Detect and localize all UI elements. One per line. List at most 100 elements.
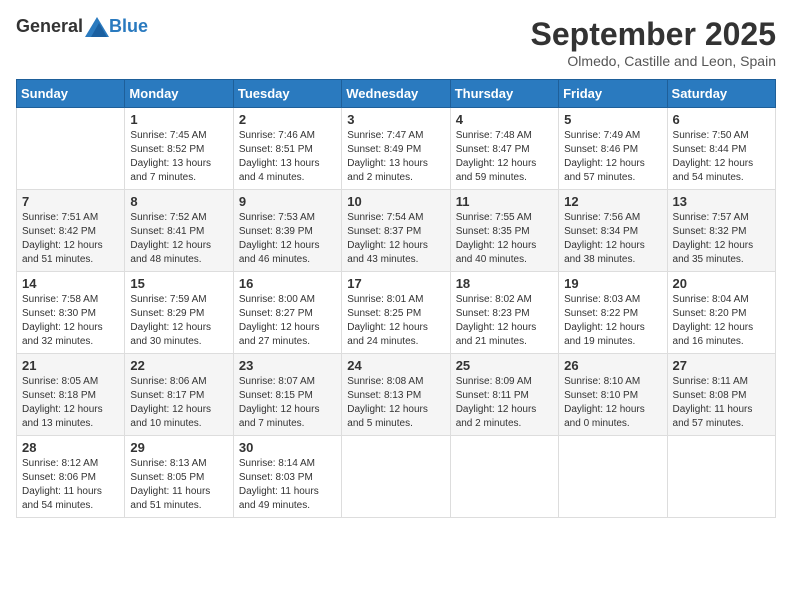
day-cell: 4 Sunrise: 7:48 AM Sunset: 8:47 PM Daylig…: [450, 108, 558, 190]
day-cell: [17, 108, 125, 190]
day-cell: 9 Sunrise: 7:53 AM Sunset: 8:39 PM Daylig…: [233, 190, 341, 272]
day-number: 24: [347, 358, 444, 373]
day-cell: 20 Sunrise: 8:04 AM Sunset: 8:20 PM Dayli…: [667, 272, 775, 354]
header-cell-saturday: Saturday: [667, 80, 775, 108]
calendar: SundayMondayTuesdayWednesdayThursdayFrid…: [16, 79, 776, 518]
day-info: Sunrise: 7:49 AM Sunset: 8:46 PM Dayligh…: [564, 129, 661, 185]
day-info: Sunrise: 8:04 AM Sunset: 8:20 PM Dayligh…: [673, 293, 770, 349]
day-number: 11: [456, 194, 553, 209]
day-info: Sunrise: 7:51 AM Sunset: 8:42 PM Dayligh…: [22, 211, 119, 267]
day-info: Sunrise: 8:07 AM Sunset: 8:15 PM Dayligh…: [239, 375, 336, 431]
day-number: 17: [347, 276, 444, 291]
day-number: 23: [239, 358, 336, 373]
week-row-3: 21 Sunrise: 8:05 AM Sunset: 8:18 PM Dayli…: [17, 354, 776, 436]
day-number: 14: [22, 276, 119, 291]
day-info: Sunrise: 7:58 AM Sunset: 8:30 PM Dayligh…: [22, 293, 119, 349]
logo-icon: [85, 17, 109, 37]
subtitle: Olmedo, Castille and Leon, Spain: [531, 53, 776, 69]
day-info: Sunrise: 7:53 AM Sunset: 8:39 PM Dayligh…: [239, 211, 336, 267]
logo: General Blue: [16, 16, 148, 37]
day-info: Sunrise: 8:05 AM Sunset: 8:18 PM Dayligh…: [22, 375, 119, 431]
day-number: 28: [22, 440, 119, 455]
day-info: Sunrise: 8:09 AM Sunset: 8:11 PM Dayligh…: [456, 375, 553, 431]
day-info: Sunrise: 7:48 AM Sunset: 8:47 PM Dayligh…: [456, 129, 553, 185]
day-number: 26: [564, 358, 661, 373]
header: General Blue September 2025 Olmedo, Cast…: [16, 16, 776, 69]
day-info: Sunrise: 8:10 AM Sunset: 8:10 PM Dayligh…: [564, 375, 661, 431]
day-number: 19: [564, 276, 661, 291]
day-number: 27: [673, 358, 770, 373]
day-cell: 29Sunrise: 8:13 AM Sunset: 8:05 PM Dayli…: [125, 436, 233, 518]
day-info: Sunrise: 7:46 AM Sunset: 8:51 PM Dayligh…: [239, 129, 336, 185]
week-row-4: 28 Sunrise: 8:12 AM Sunset: 8:06 PM Dayli…: [17, 436, 776, 518]
day-info: Sunrise: 7:52 AM Sunset: 8:41 PM Dayligh…: [130, 211, 227, 267]
day-info: Sunrise: 8:00 AM Sunset: 8:27 PM Dayligh…: [239, 293, 336, 349]
day-cell: [450, 436, 558, 518]
day-cell: 23 Sunrise: 8:07 AM Sunset: 8:15 PM Dayli…: [233, 354, 341, 436]
day-cell: 15Sunrise: 7:59 AM Sunset: 8:29 PM Dayli…: [125, 272, 233, 354]
day-cell: 11 Sunrise: 7:55 AM Sunset: 8:35 PM Dayli…: [450, 190, 558, 272]
day-info: Sunrise: 8:14 AM Sunset: 8:03 PM Dayligh…: [239, 457, 336, 513]
day-number: 20: [673, 276, 770, 291]
day-number: 7: [22, 194, 119, 209]
day-cell: 6 Sunrise: 7:50 AM Sunset: 8:44 PM Daylig…: [667, 108, 775, 190]
day-info: Sunrise: 8:13 AM Sunset: 8:05 PM Dayligh…: [130, 457, 227, 513]
day-number: 12: [564, 194, 661, 209]
title-area: September 2025 Olmedo, Castille and Leon…: [531, 16, 776, 69]
day-number: 22: [130, 358, 227, 373]
day-info: Sunrise: 7:55 AM Sunset: 8:35 PM Dayligh…: [456, 211, 553, 267]
day-cell: 19 Sunrise: 8:03 AM Sunset: 8:22 PM Dayli…: [559, 272, 667, 354]
day-info: Sunrise: 7:57 AM Sunset: 8:32 PM Dayligh…: [673, 211, 770, 267]
day-cell: 13Sunrise: 7:57 AM Sunset: 8:32 PM Dayli…: [667, 190, 775, 272]
logo-general: General: [16, 16, 83, 37]
day-cell: 30 Sunrise: 8:14 AM Sunset: 8:03 PM Dayli…: [233, 436, 341, 518]
day-cell: 18Sunrise: 8:02 AM Sunset: 8:23 PM Dayli…: [450, 272, 558, 354]
day-cell: 28 Sunrise: 8:12 AM Sunset: 8:06 PM Dayli…: [17, 436, 125, 518]
header-cell-tuesday: Tuesday: [233, 80, 341, 108]
day-info: Sunrise: 7:50 AM Sunset: 8:44 PM Dayligh…: [673, 129, 770, 185]
day-info: Sunrise: 8:12 AM Sunset: 8:06 PM Dayligh…: [22, 457, 119, 513]
day-cell: 21 Sunrise: 8:05 AM Sunset: 8:18 PM Dayli…: [17, 354, 125, 436]
header-cell-wednesday: Wednesday: [342, 80, 450, 108]
day-cell: 10 Sunrise: 7:54 AM Sunset: 8:37 PM Dayli…: [342, 190, 450, 272]
main-title: September 2025: [531, 16, 776, 53]
day-number: 16: [239, 276, 336, 291]
day-cell: 12 Sunrise: 7:56 AM Sunset: 8:34 PM Dayli…: [559, 190, 667, 272]
day-cell: 7 Sunrise: 7:51 AM Sunset: 8:42 PM Daylig…: [17, 190, 125, 272]
header-cell-monday: Monday: [125, 80, 233, 108]
header-row: SundayMondayTuesdayWednesdayThursdayFrid…: [17, 80, 776, 108]
day-number: 9: [239, 194, 336, 209]
day-cell: [342, 436, 450, 518]
day-number: 15: [130, 276, 227, 291]
day-info: Sunrise: 8:08 AM Sunset: 8:13 PM Dayligh…: [347, 375, 444, 431]
day-cell: 2Sunrise: 7:46 AM Sunset: 8:51 PM Daylig…: [233, 108, 341, 190]
day-info: Sunrise: 7:54 AM Sunset: 8:37 PM Dayligh…: [347, 211, 444, 267]
day-cell: 25Sunrise: 8:09 AM Sunset: 8:11 PM Dayli…: [450, 354, 558, 436]
day-number: 4: [456, 112, 553, 127]
day-number: 6: [673, 112, 770, 127]
day-cell: 14 Sunrise: 7:58 AM Sunset: 8:30 PM Dayli…: [17, 272, 125, 354]
day-cell: 26 Sunrise: 8:10 AM Sunset: 8:10 PM Dayli…: [559, 354, 667, 436]
day-number: 5: [564, 112, 661, 127]
logo-blue: Blue: [109, 16, 148, 37]
day-info: Sunrise: 8:01 AM Sunset: 8:25 PM Dayligh…: [347, 293, 444, 349]
day-cell: 24 Sunrise: 8:08 AM Sunset: 8:13 PM Dayli…: [342, 354, 450, 436]
day-number: 8: [130, 194, 227, 209]
day-number: 21: [22, 358, 119, 373]
day-number: 18: [456, 276, 553, 291]
day-info: Sunrise: 7:56 AM Sunset: 8:34 PM Dayligh…: [564, 211, 661, 267]
day-cell: 8 Sunrise: 7:52 AM Sunset: 8:41 PM Daylig…: [125, 190, 233, 272]
week-row-1: 7 Sunrise: 7:51 AM Sunset: 8:42 PM Daylig…: [17, 190, 776, 272]
day-info: Sunrise: 7:47 AM Sunset: 8:49 PM Dayligh…: [347, 129, 444, 185]
day-info: Sunrise: 8:11 AM Sunset: 8:08 PM Dayligh…: [673, 375, 770, 431]
day-number: 10: [347, 194, 444, 209]
week-row-2: 14 Sunrise: 7:58 AM Sunset: 8:30 PM Dayli…: [17, 272, 776, 354]
day-cell: 3 Sunrise: 7:47 AM Sunset: 8:49 PM Daylig…: [342, 108, 450, 190]
day-number: 30: [239, 440, 336, 455]
day-info: Sunrise: 8:03 AM Sunset: 8:22 PM Dayligh…: [564, 293, 661, 349]
header-cell-sunday: Sunday: [17, 80, 125, 108]
header-cell-friday: Friday: [559, 80, 667, 108]
day-info: Sunrise: 7:45 AM Sunset: 8:52 PM Dayligh…: [130, 129, 227, 185]
day-number: 3: [347, 112, 444, 127]
day-cell: 27 Sunrise: 8:11 AM Sunset: 8:08 PM Dayli…: [667, 354, 775, 436]
